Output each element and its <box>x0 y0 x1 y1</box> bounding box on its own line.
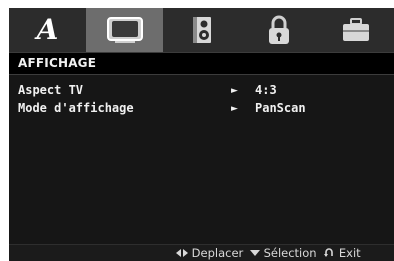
speaker-icon <box>190 15 214 45</box>
tv-screen-icon <box>106 15 144 45</box>
exit-hint: Exit <box>338 246 361 260</box>
help-bar: Deplacer Sélection Exit <box>9 244 394 261</box>
section-title: AFFICHAGE <box>18 56 97 70</box>
tab-language[interactable]: A <box>9 8 86 52</box>
setting-label: Aspect TV <box>18 83 84 97</box>
tab-display[interactable] <box>86 8 163 52</box>
setup-menu-panel: A AFFICHAGE Aspect TV ► 4:3 Mode d'affic… <box>9 8 394 261</box>
help-text: Deplacer Sélection Exit <box>176 246 361 260</box>
setting-value: PanScan <box>255 101 306 115</box>
move-hint: Deplacer <box>191 246 244 260</box>
arrow-right-icon: ► <box>231 104 238 114</box>
down-triangle-icon <box>247 246 260 260</box>
screen: A AFFICHAGE Aspect TV ► 4:3 Mode d'affic… <box>0 0 394 261</box>
arrow-right-icon: ► <box>231 86 238 96</box>
setting-row-aspect-tv[interactable]: Aspect TV ► 4:3 <box>9 83 394 101</box>
return-arrow-icon <box>320 246 335 260</box>
tab-lock[interactable] <box>240 8 317 52</box>
briefcase-icon <box>341 16 371 44</box>
select-hint: Sélection <box>263 246 317 260</box>
padlock-icon <box>266 14 292 46</box>
left-right-arrows-icon <box>176 246 188 260</box>
setting-row-display-mode[interactable]: Mode d'affichage ► PanScan <box>9 101 394 119</box>
tab-bar: A <box>9 8 394 52</box>
setting-value: 4:3 <box>255 83 277 97</box>
tab-audio[interactable] <box>163 8 240 52</box>
letter-a-icon: A <box>36 13 59 46</box>
tab-others[interactable] <box>317 8 394 52</box>
section-header: AFFICHAGE <box>9 52 394 75</box>
setting-label: Mode d'affichage <box>18 101 134 115</box>
